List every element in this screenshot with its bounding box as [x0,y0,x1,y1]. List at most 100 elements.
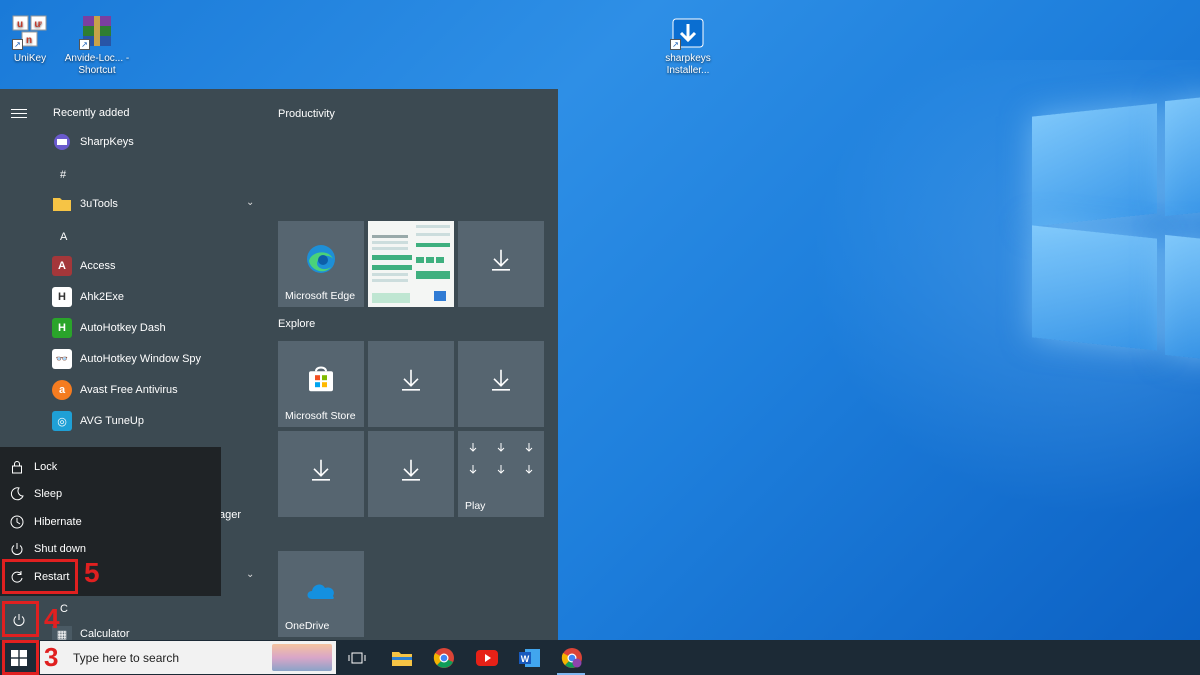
desktop-icon-sharpkeys-installer[interactable]: ↗ sharpkeys Installer... [653,14,723,77]
chrome-profile-icon[interactable] [560,646,584,670]
folder-label: 3uTools [80,198,118,210]
highlight-start-button [2,640,39,675]
power-option-sleep[interactable]: Sleep [0,481,221,507]
svg-text:u: u [17,19,23,30]
explore-group-title: Explore [278,318,316,330]
play-folder-download-icons [469,443,533,474]
power-option-label: Hibernate [34,516,82,528]
svg-text:W: W [521,654,530,664]
app-item-access[interactable]: A Access [52,254,262,278]
app-item-label: AutoHotkey Window Spy [80,353,202,365]
chevron-down-icon[interactable]: ⌄ [246,569,254,580]
wallpaper-windows-logo [1000,90,1200,380]
ahk2exe-icon: H [52,287,72,307]
tile-download-placeholder[interactable] [368,431,454,517]
chevron-down-icon[interactable]: ⌄ [246,197,254,208]
tile-play-folder[interactable]: Play [458,431,544,517]
power-option-hibernate[interactable]: Hibernate [0,509,221,535]
avast-icon: a [52,380,72,400]
tile-download-placeholder[interactable] [458,221,544,307]
app-item-label: AutoHotkey Dash [80,322,166,334]
step-number-4: 4 [44,603,60,634]
power-option-lock[interactable]: Lock [0,454,221,480]
app-item-autohotkey-dash[interactable]: H AutoHotkey Dash [52,316,262,340]
autohotkey-icon: H [52,318,72,338]
download-arrow-icon [400,368,422,395]
app-item-sharpkeys[interactable]: SharpKeys [52,130,262,154]
tile-onedrive[interactable]: OneDrive [278,551,364,637]
youtube-icon[interactable] [475,646,499,670]
folder-3utools[interactable]: 3uTools [52,192,262,216]
desktop-icon-label: Anvide-Loc... - Shortcut [64,53,130,76]
search-placeholder: Type here to search [73,651,180,665]
power-option-label: Lock [34,461,58,473]
hamburger-menu-icon[interactable] [11,109,27,121]
lock-icon [9,459,25,475]
onedrive-icon [305,579,337,604]
search-highlight-illustration [272,644,332,671]
tile-microsoft-store[interactable]: Microsoft Store [278,341,364,427]
calendar-preview-icon [372,225,450,303]
app-item-label: Calculator [80,628,130,640]
winrar-icon: ↗ [79,14,115,50]
chrome-icon[interactable] [432,646,456,670]
download-arrow-icon [490,368,512,395]
tile-label: Microsoft Store [285,410,356,422]
app-item-label: AVG TuneUp [80,415,144,427]
group-header-c[interactable]: C [60,603,68,615]
task-view-icon[interactable] [345,646,369,670]
tile-calendar-live[interactable] [368,221,454,307]
app-item-partial[interactable]: ager [219,509,241,521]
highlight-restart [2,559,78,594]
hibernate-icon [9,514,25,530]
app-item-label: Avast Free Antivirus [80,384,178,396]
tile-microsoft-edge[interactable]: Microsoft Edge [278,221,364,307]
group-header-hash[interactable]: # [60,169,66,181]
avg-icon: ◎ [52,411,72,431]
folder-icon [52,194,72,214]
step-number-5: 5 [84,557,100,588]
productivity-group-title: Productivity [278,108,335,120]
desktop-icon-label: sharpkeys Installer... [665,53,711,76]
app-item-label: Access [80,260,116,272]
unikey-icon: u ư n ↗ [12,14,48,50]
svg-text:n: n [26,35,32,46]
word-icon[interactable]: W [518,646,542,670]
file-explorer-icon[interactable] [390,646,414,670]
step-number-3: 3 [44,642,59,672]
tile-label: Microsoft Edge [285,290,356,302]
tile-download-placeholder[interactable] [368,341,454,427]
desktop-icon-anvide[interactable]: ↗ Anvide-Loc... - Shortcut [62,14,132,77]
taskbar-search-box[interactable]: Type here to search [40,641,336,674]
sleep-icon [9,486,25,502]
highlight-power-button [2,601,39,637]
app-item-ahk2exe[interactable]: H Ahk2Exe [52,285,262,309]
svg-text:ư: ư [34,19,42,30]
sharpkeys-icon [52,132,72,152]
tile-download-placeholder[interactable] [458,341,544,427]
app-item-label: Ahk2Exe [80,291,125,303]
app-item-avg-tuneup[interactable]: ◎ AVG TuneUp [52,409,262,433]
window-spy-icon: 👓 [52,349,72,369]
download-arrow-icon [400,458,422,485]
tile-download-placeholder[interactable] [278,431,364,517]
access-icon: A [52,256,72,276]
tile-label: OneDrive [285,620,330,632]
app-item-window-spy[interactable]: 👓 AutoHotkey Window Spy [52,347,262,371]
shutdown-icon [9,541,25,557]
app-item-avast[interactable]: a Avast Free Antivirus [52,378,262,402]
app-item-label: SharpKeys [80,136,134,148]
tile-label: Play [465,500,486,512]
power-option-label: Sleep [34,488,63,500]
group-header-a[interactable]: A [60,231,67,243]
desktop-icon-unikey[interactable]: u ư n ↗ UniKey [0,14,65,65]
recently-added-title: Recently added [53,107,130,119]
edge-icon [305,243,337,278]
store-icon [306,364,336,397]
download-arrow-icon [490,248,512,275]
taskbar: Type here to search W [0,640,1200,675]
installer-download-icon: ↗ [670,14,706,50]
download-arrow-icon [310,458,332,485]
desktop-icon-label: UniKey [13,53,47,64]
power-option-label: Shut down [34,543,86,555]
